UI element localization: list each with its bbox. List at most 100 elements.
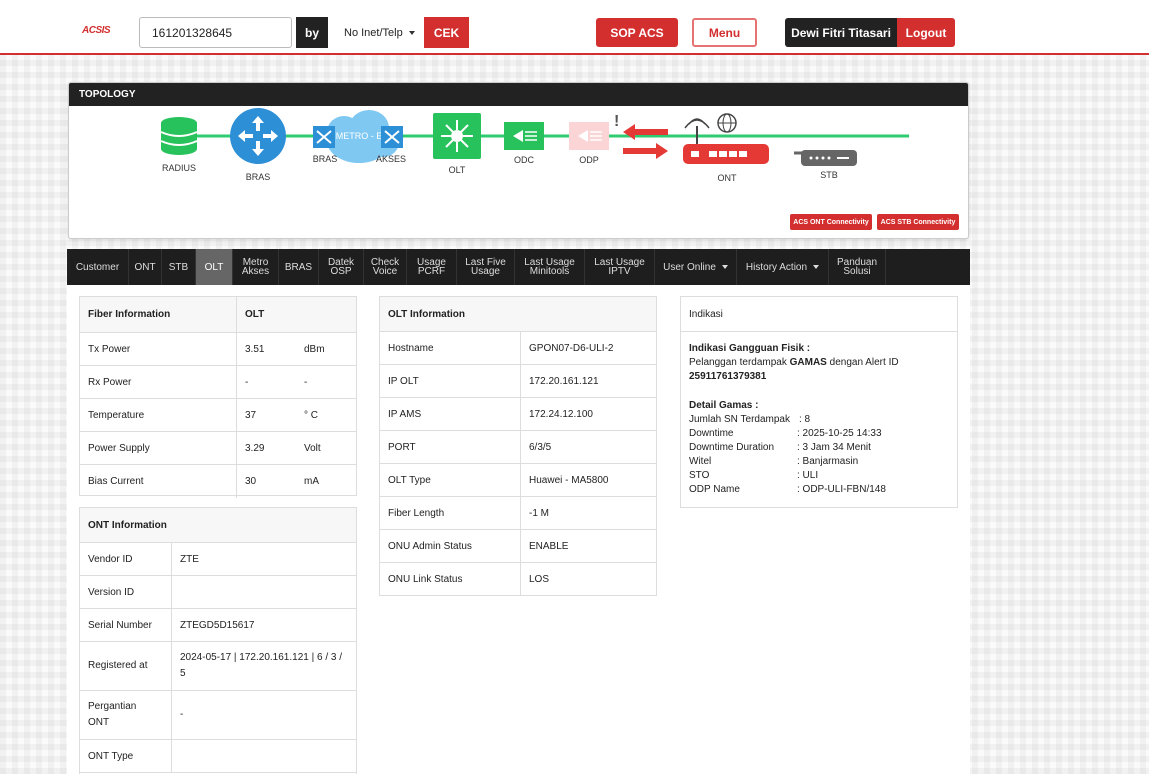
radius-icon bbox=[160, 117, 198, 155]
table-row: Temperature 37 ° C bbox=[80, 399, 356, 432]
tab-usage-pcrf[interactable]: Usage PCRF bbox=[407, 249, 457, 285]
detail-gamas-heading: Detail Gamas : bbox=[689, 400, 759, 411]
tab-stb[interactable]: STB bbox=[162, 249, 196, 285]
indikasi-heading: Indikasi Gangguan Fisik : bbox=[689, 343, 811, 354]
row-label: ONT Type bbox=[88, 750, 134, 762]
table-row: ONU Link Status LOS bbox=[380, 563, 656, 596]
odp-label: ODP bbox=[579, 155, 599, 165]
detail-key: Downtime bbox=[689, 428, 734, 439]
tab-history-action-label: History Action bbox=[745, 261, 808, 273]
chevron-down-icon bbox=[408, 30, 415, 35]
detail-value: : 8 bbox=[799, 414, 811, 425]
detail-row: Witel: Banjarmasin bbox=[689, 455, 949, 469]
search-input[interactable] bbox=[139, 17, 292, 48]
row-label: PORT bbox=[388, 441, 416, 453]
table-row: ONU Admin Status ENABLE bbox=[380, 530, 656, 563]
row-label: Hostname bbox=[388, 342, 434, 354]
bras-label: BRAS bbox=[246, 172, 271, 182]
row-label: OLT Type bbox=[388, 474, 431, 486]
tab-check-voice[interactable]: Check Voice bbox=[364, 249, 407, 285]
row-value: -1 M bbox=[520, 497, 656, 529]
odc-label: ODC bbox=[514, 155, 535, 165]
tab-nav: Customer ONT STB OLT Metro Akses BRAS Da… bbox=[67, 249, 970, 285]
tab-olt[interactable]: OLT bbox=[196, 249, 233, 285]
cek-button[interactable]: CEK bbox=[424, 17, 469, 48]
table-row: Fiber Length -1 M bbox=[380, 497, 656, 530]
row-unit: mA bbox=[304, 476, 319, 487]
row-label: Tx Power bbox=[88, 343, 131, 355]
acs-ont-connectivity-button[interactable]: ACS ONT Connectivity bbox=[790, 214, 872, 230]
tab-ont[interactable]: ONT bbox=[129, 249, 162, 285]
search-type-value: No Inet/Telp bbox=[344, 26, 403, 39]
row-value: LOS bbox=[520, 563, 656, 596]
odc-icon bbox=[504, 122, 544, 150]
table-row: Vendor ID ZTE bbox=[80, 543, 356, 576]
olt-info-title: OLT Information bbox=[380, 297, 656, 332]
row-value: GPON07-D6-ULI-2 bbox=[520, 332, 656, 364]
akses-label: AKSES bbox=[376, 154, 406, 164]
tab-datek-osp[interactable]: Datek OSP bbox=[319, 249, 364, 285]
row-value: 3.51 bbox=[236, 333, 296, 365]
row-unit: Volt bbox=[304, 442, 321, 454]
row-label: Fiber Length bbox=[388, 507, 445, 519]
indikasi-panel: Indikasi Indikasi Gangguan Fisik : Pelan… bbox=[680, 296, 958, 508]
search-type-select[interactable]: No Inet/Telp bbox=[332, 17, 424, 48]
detail-key: Jumlah SN Terdampak bbox=[689, 414, 790, 425]
tab-last-five-usage[interactable]: Last Five Usage bbox=[457, 249, 515, 285]
topology-panel: TOPOLOGY RADIUS BRAS METRO - E BRAS AKSE… bbox=[68, 82, 969, 239]
by-label: by bbox=[296, 17, 328, 48]
topology-diagram: RADIUS BRAS METRO - E BRAS AKSES OLT ODC… bbox=[160, 108, 909, 183]
table-row: Version ID bbox=[80, 576, 356, 609]
table-row: IP OLT 172.20.161.121 bbox=[380, 365, 656, 398]
tab-last-usage-minitools[interactable]: Last Usage Minitools bbox=[515, 249, 585, 285]
indikasi-line: Pelanggan terdampak GAMAS dengan Alert I… bbox=[689, 356, 949, 370]
row-label: Bias Current bbox=[88, 476, 144, 487]
indikasi-line-prefix: Pelanggan terdampak bbox=[689, 357, 790, 368]
row-value: - bbox=[236, 366, 296, 398]
row-value: ZTEGD5D15617 bbox=[171, 609, 356, 641]
row-label: Rx Power bbox=[88, 376, 132, 388]
fiber-header-row: Fiber Information OLT bbox=[80, 297, 356, 333]
row-unit: ° C bbox=[304, 409, 318, 421]
detail-key: Downtime Duration bbox=[689, 442, 775, 453]
olt-icon bbox=[433, 113, 481, 159]
row-label: Registered at bbox=[88, 660, 148, 671]
row-value: 172.24.12.100 bbox=[520, 398, 656, 430]
detail-row: Jumlah SN Terdampak : 8 bbox=[689, 413, 949, 427]
menu-button[interactable]: Menu bbox=[692, 18, 757, 47]
table-row: Power Supply 3.29 Volt bbox=[80, 432, 356, 465]
table-row: Serial Number ZTEGD5D15617 bbox=[80, 609, 356, 642]
tab-metro-akses[interactable]: Metro Akses bbox=[233, 249, 279, 285]
row-label: Vendor ID bbox=[88, 553, 133, 565]
row-value: 37 bbox=[236, 399, 296, 431]
table-row: Tx Power 3.51 dBm bbox=[80, 333, 356, 366]
tab-last-usage-iptv[interactable]: Last Usage IPTV bbox=[585, 249, 655, 285]
indikasi-line-suffix: dengan Alert ID bbox=[826, 357, 899, 368]
ont-info-title: ONT Information bbox=[80, 508, 356, 543]
radius-label: RADIUS bbox=[162, 163, 196, 173]
sop-acs-button[interactable]: SOP ACS bbox=[596, 18, 678, 47]
row-label: ONU Link Status bbox=[388, 574, 463, 585]
logout-button[interactable]: Logout bbox=[897, 18, 955, 47]
detail-key: STO bbox=[689, 470, 710, 481]
acs-stb-connectivity-button[interactable]: ACS STB Connectivity bbox=[877, 214, 959, 230]
tab-panduan-solusi[interactable]: Panduan Solusi bbox=[829, 249, 886, 285]
tab-user-online[interactable]: User Online bbox=[655, 249, 737, 285]
alert-arrows-icon bbox=[623, 124, 668, 159]
row-label: Serial Number bbox=[88, 619, 152, 631]
detail-value: : ODP-ULI-FBN/148 bbox=[797, 484, 886, 495]
tab-history-action[interactable]: History Action bbox=[737, 249, 829, 285]
row-value: ZTE bbox=[171, 543, 356, 575]
topology-title: TOPOLOGY bbox=[69, 83, 968, 106]
detail-row: Downtime Duration: 3 Jam 34 Menit bbox=[689, 441, 949, 455]
tab-customer[interactable]: Customer bbox=[67, 249, 129, 285]
akses-switch-icon bbox=[381, 126, 403, 148]
table-row: OLT Type Huawei - MA5800 bbox=[380, 464, 656, 497]
tab-user-online-label: User Online bbox=[663, 261, 716, 273]
olt-label: OLT bbox=[449, 165, 466, 175]
app-logo[interactable]: ACSIS bbox=[82, 25, 111, 36]
user-name-button[interactable]: Dewi Fitri Titasari bbox=[785, 18, 897, 47]
tab-bras[interactable]: BRAS bbox=[279, 249, 319, 285]
top-header: ACSIS by No Inet/Telp CEK SOP ACS Menu D… bbox=[0, 0, 1149, 55]
ont-label: ONT bbox=[718, 173, 738, 183]
